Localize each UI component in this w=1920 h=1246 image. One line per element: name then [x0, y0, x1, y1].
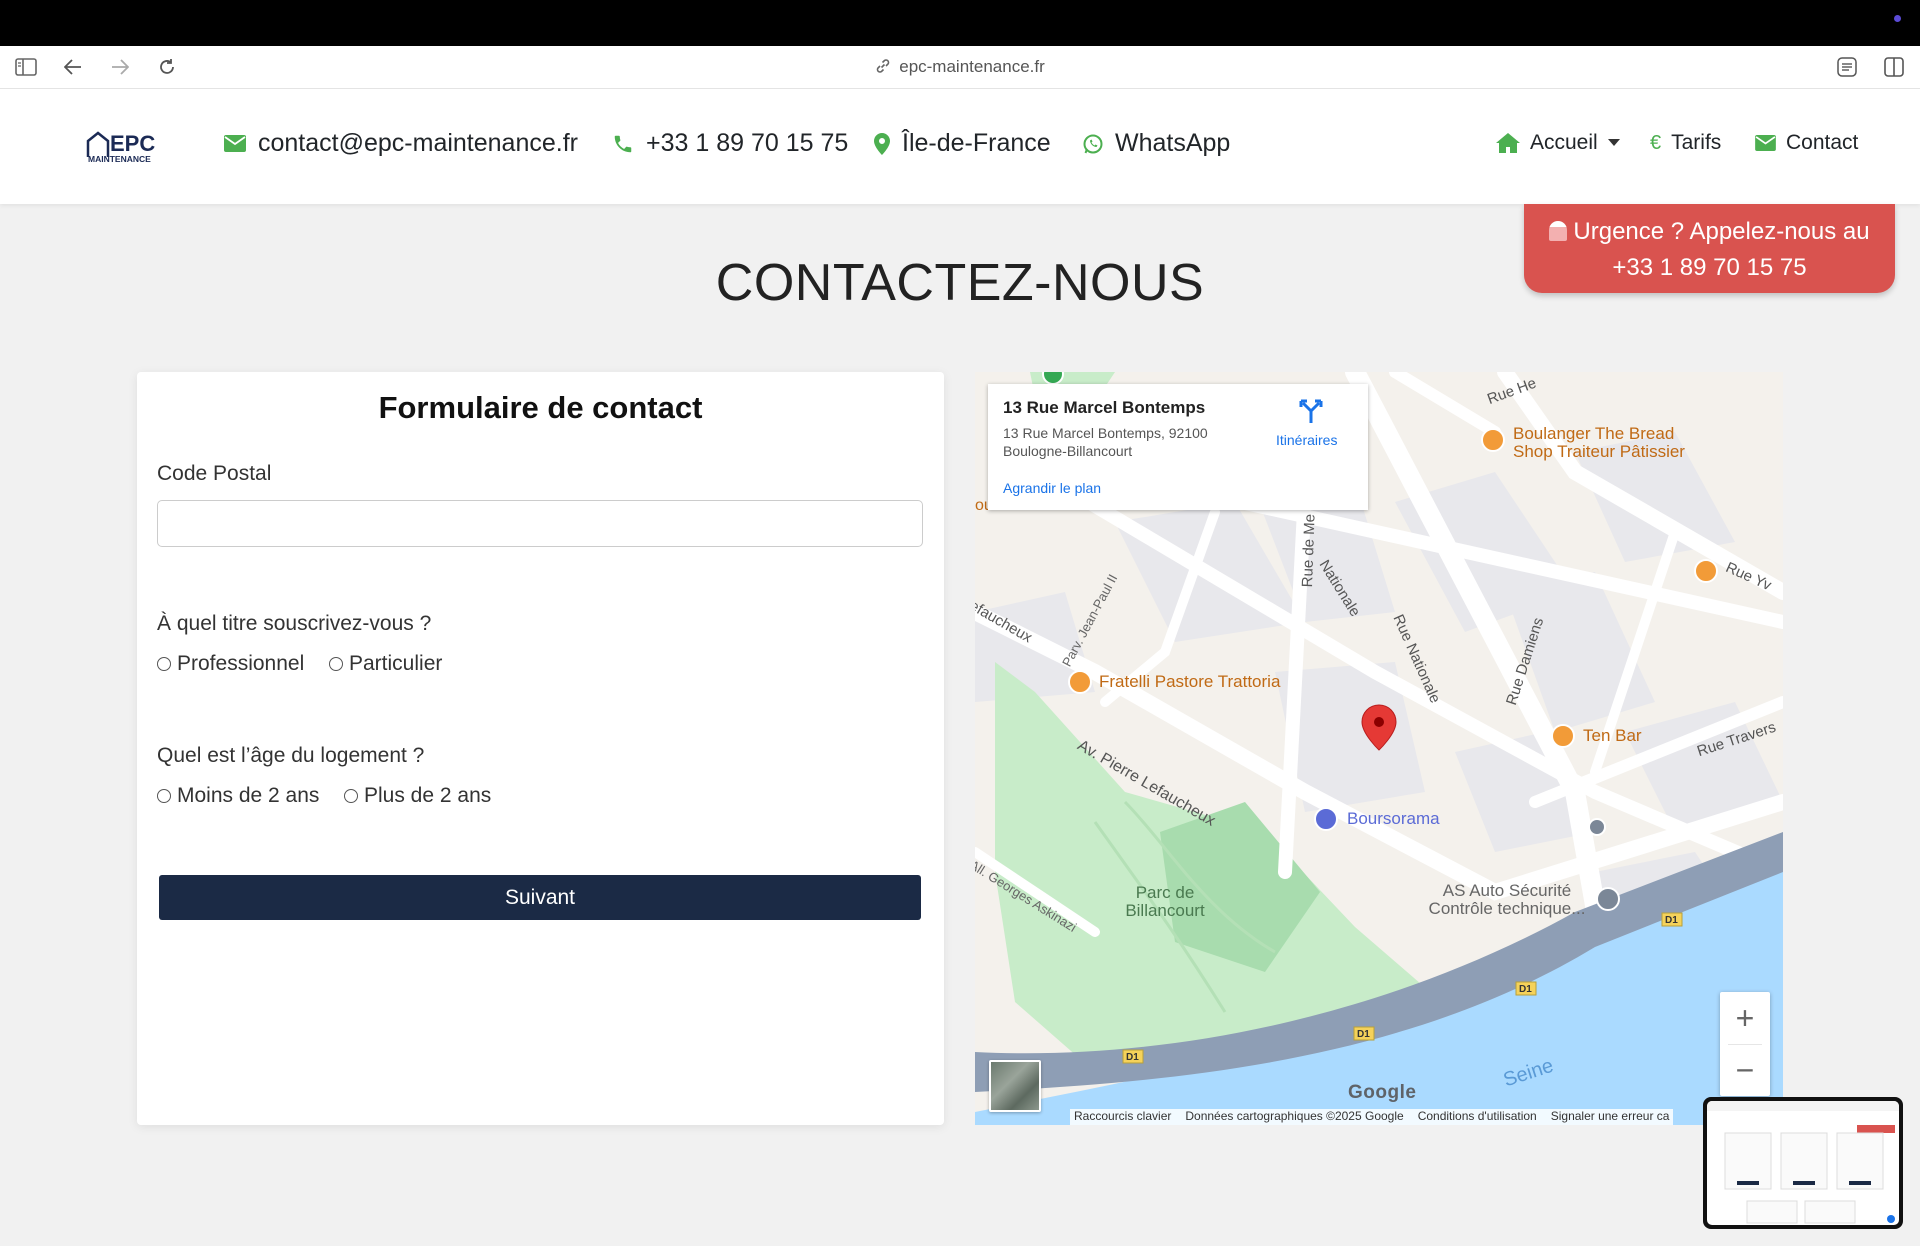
- form-title: Formulaire de contact: [378, 390, 703, 425]
- poi-fratelli[interactable]: Fratelli Pastore Trattoria: [1099, 672, 1280, 692]
- bar-icon[interactable]: [1551, 724, 1575, 748]
- siren-icon: [1549, 221, 1568, 241]
- place-address: 13 Rue Marcel Bontemps, 92100 Boulogne-B…: [1003, 425, 1208, 459]
- restaurant-icon[interactable]: [1694, 559, 1718, 583]
- address-bar[interactable]: epc-maintenance.fr: [0, 57, 1920, 79]
- logo-text: EPC: [110, 131, 155, 156]
- logo-subtext: MAINTENANCE: [88, 154, 151, 163]
- radio-plus-2-ans[interactable]: Plus de 2 ans: [344, 784, 491, 808]
- phone-icon: [614, 135, 632, 152]
- d1-label-4: D1: [1665, 915, 1678, 926]
- label-parc: Parc de Billancourt: [1125, 883, 1205, 920]
- envelope-icon: [224, 135, 246, 152]
- poi-boursorama[interactable]: Boursorama: [1347, 809, 1440, 829]
- nav-contact-label: Contact: [1786, 131, 1859, 154]
- reader-icon[interactable]: [1835, 55, 1859, 79]
- radio-circle[interactable]: [344, 789, 358, 803]
- region-text: Île-de-France: [902, 129, 1051, 157]
- site-header: EPC MAINTENANCE contact@epc-maintenance.…: [0, 89, 1920, 204]
- terms-link[interactable]: Conditions d'utilisation: [1418, 1109, 1537, 1125]
- link-icon: [875, 58, 891, 79]
- euro-icon: €: [1650, 131, 1662, 154]
- poi-boulanger[interactable]: Boulanger The Bread Shop Traiteur Pâtiss…: [1513, 425, 1713, 461]
- place-info-card: 13 Rue Marcel Bontemps 13 Rue Marcel Bon…: [988, 384, 1368, 510]
- contact-form-card: Formulaire de contact Code Postal À quel…: [137, 372, 944, 1125]
- header-email[interactable]: contact@epc-maintenance.fr: [224, 129, 578, 158]
- radio-label: Moins de 2 ans: [177, 784, 320, 807]
- nav-tarifs-label: Tarifs: [1671, 131, 1722, 154]
- zoom-in-button[interactable]: +: [1720, 992, 1770, 1044]
- poi-tenbar[interactable]: Ten Bar: [1583, 726, 1642, 746]
- zoom-out-button[interactable]: −: [1720, 1044, 1770, 1096]
- nav-accueil[interactable]: Accueil: [1496, 131, 1620, 155]
- service-icon[interactable]: [1596, 887, 1620, 911]
- nav-contact[interactable]: Contact: [1755, 131, 1858, 155]
- zoom-separator: [1728, 1044, 1762, 1045]
- radio-label: Particulier: [349, 652, 443, 675]
- radio-circle[interactable]: [157, 789, 171, 803]
- postal-input[interactable]: [157, 500, 923, 547]
- radio-circle[interactable]: [329, 657, 343, 671]
- urgence-line1: Urgence ? Appelez-nous au: [1524, 214, 1895, 250]
- street-rue-de-me: Rue de Me: [1299, 513, 1319, 588]
- screen-thumbnail[interactable]: [1703, 1097, 1903, 1229]
- restaurant-icon[interactable]: [1068, 670, 1092, 694]
- nav-tarifs[interactable]: € Tarifs: [1650, 131, 1721, 155]
- split-view-icon[interactable]: [1882, 55, 1906, 79]
- d1-label-2: D1: [1357, 1029, 1370, 1040]
- satellite-toggle[interactable]: [989, 1060, 1041, 1112]
- restaurant-icon[interactable]: [1481, 428, 1505, 452]
- map-embed[interactable]: D1 D1 D1 D1 Boulanger The Bread Shop Tra…: [975, 372, 1783, 1125]
- thumbnail-screen: [1707, 1101, 1899, 1225]
- map-footer: Raccourcis clavier Données cartographiqu…: [1070, 1109, 1674, 1125]
- nav-accueil-label: Accueil: [1530, 131, 1598, 154]
- keyboard-shortcuts-link[interactable]: Raccourcis clavier: [1074, 1109, 1171, 1125]
- bus-stop-icon[interactable]: [1588, 818, 1606, 836]
- map-pin-icon: [874, 132, 890, 155]
- radio-moins-2-ans[interactable]: Moins de 2 ans: [157, 784, 319, 808]
- url-text: epc-maintenance.fr: [899, 57, 1045, 76]
- system-top-bar: [0, 0, 1920, 46]
- whatsapp-icon: [1083, 134, 1103, 153]
- zoom-controls: + −: [1720, 992, 1770, 1096]
- whatsapp-text: WhatsApp: [1115, 129, 1231, 157]
- browser-toolbar: epc-maintenance.fr: [0, 46, 1920, 89]
- home-icon: [1496, 133, 1520, 153]
- d1-label-1: D1: [1126, 1052, 1139, 1063]
- page-title: CONTACTEZ-NOUS: [715, 254, 1205, 312]
- phone-text: +33 1 89 70 15 75: [646, 129, 849, 157]
- header-whatsapp[interactable]: WhatsApp: [1083, 129, 1230, 158]
- email-text: contact@epc-maintenance.fr: [258, 129, 578, 157]
- header-phone[interactable]: +33 1 89 70 15 75: [612, 129, 848, 158]
- epc-logo[interactable]: EPC MAINTENANCE: [86, 127, 170, 164]
- directions-link[interactable]: Itinéraires: [1276, 432, 1337, 448]
- envelope-icon: [1755, 135, 1776, 151]
- submit-button[interactable]: Suivant: [159, 875, 921, 920]
- report-error-link[interactable]: Signaler une erreur ca: [1551, 1109, 1670, 1125]
- enlarge-map-link[interactable]: Agrandir le plan: [1003, 480, 1101, 496]
- postal-label: Code Postal: [157, 462, 272, 485]
- status-dot: [1894, 15, 1901, 22]
- urgence-line1-text: Urgence ? Appelez-nous au: [1573, 218, 1870, 245]
- radio-professionnel[interactable]: Professionnel: [157, 652, 304, 676]
- park-icon[interactable]: [1042, 372, 1064, 385]
- q2-label: Quel est l’âge du logement ?: [157, 744, 425, 767]
- radio-particulier[interactable]: Particulier: [329, 652, 442, 676]
- directions-icon[interactable]: [1298, 398, 1324, 429]
- radio-circle[interactable]: [157, 657, 171, 671]
- map-data-text: Données cartographiques ©2025 Google: [1185, 1109, 1404, 1123]
- caret-down-icon: [1607, 139, 1620, 146]
- q1-label: À quel titre souscrivez-vous ?: [157, 612, 432, 635]
- bank-icon[interactable]: [1314, 807, 1338, 831]
- poi-as-auto[interactable]: AS Auto Sécurité Contrôle technique...: [1427, 882, 1587, 918]
- google-logo: Google: [1348, 1082, 1417, 1103]
- header-region: Île-de-France: [874, 129, 1051, 158]
- place-name: 13 Rue Marcel Bontemps: [1003, 398, 1206, 417]
- radio-label: Plus de 2 ans: [364, 784, 492, 807]
- radio-label: Professionnel: [177, 652, 305, 675]
- d1-label-3: D1: [1519, 984, 1532, 995]
